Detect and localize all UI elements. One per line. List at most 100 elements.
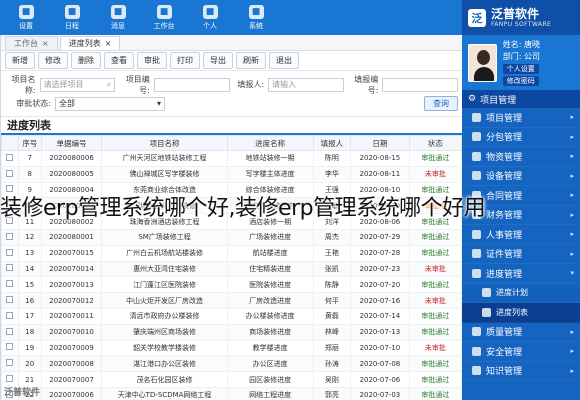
user-panel: 姓名: 唐晓 部门: 公司 个人设置 修改密码 xyxy=(462,35,580,90)
sidebar-item[interactable]: 进度管理 ▾ xyxy=(462,264,580,284)
row-checkbox[interactable] xyxy=(6,296,14,304)
table-header: 项目名称 xyxy=(101,135,228,151)
sidebar-item[interactable]: 项目管理 ▸ xyxy=(462,108,580,128)
filter-input[interactable]: 请选择项目 ⌕ xyxy=(39,77,116,92)
table-row[interactable]: 22 2020070006 天津中心TD-SCDMA网络工程 网络工程进度 郭亮 2020… xyxy=(1,387,462,400)
row-checkbox[interactable] xyxy=(6,169,14,177)
row-checkbox[interactable] xyxy=(6,153,14,161)
sidebar-item[interactable]: 质量管理 ▸ xyxy=(462,322,580,342)
sidebar-item[interactable]: 安全管理 ▸ xyxy=(462,342,580,362)
sidebar-item[interactable]: 知识管理 ▸ xyxy=(462,361,580,381)
table-row[interactable]: 8 2020080005 佛山禅城区写字楼装修 写字楼主体进度 李华 2020-08-11… xyxy=(1,166,462,183)
table-row[interactable]: 17 2020070011 清远市政府办公楼装修 办公楼装修进度 黄磊 2020-07-1… xyxy=(1,308,462,325)
topbar-button[interactable]: ■ 工作台 xyxy=(144,3,184,33)
chevron-icon: ▸ xyxy=(570,113,574,122)
sidebar-menu: 项目管理 ▸ 分包管理 ▸ 物资管理 ▸ 设备管理 ▸ 合同管理 ▸ 财务管理 ▸ 人事管理 ▸ 证件管理 ▸… xyxy=(462,108,580,381)
row-checkbox[interactable] xyxy=(6,375,14,383)
sidebar-item[interactable]: 物资管理 ▸ xyxy=(462,147,580,167)
table-header: 填报人 xyxy=(313,135,351,151)
row-checkbox-cell[interactable] xyxy=(1,308,19,325)
table-cell: 2020-07-03 xyxy=(350,387,410,400)
tab-label: 工作台 xyxy=(14,39,38,48)
row-checkbox-cell[interactable] xyxy=(1,276,19,293)
table-cell: 张凯 xyxy=(313,261,351,277)
table-cell: 2020070009 xyxy=(41,340,102,356)
sidebar-item[interactable]: 证件管理 ▸ xyxy=(462,244,580,264)
toolbar-button[interactable]: 查看 xyxy=(104,52,134,69)
topbar-button[interactable]: ■ 设置 xyxy=(6,3,46,33)
table-row[interactable]: 15 2020070013 江门蓬江区医院装修 医院装修进度 陈静 2020-07-20 审… xyxy=(1,276,462,293)
table-row[interactable]: 21 2020070007 茂名石化园区装修 园区装修进度 吴刚 2020-07-06 审批… xyxy=(1,371,462,388)
table-row[interactable]: 7 2020080006 广州天河区地铁站装修工程 地铁站装修一期 陈明 2020-08-… xyxy=(1,150,462,167)
search-icon[interactable]: ⌕ xyxy=(107,80,111,90)
tab-bar: 工作台 × 进度列表 × xyxy=(1,35,462,51)
user-settings-button[interactable]: 个人设置 xyxy=(502,63,539,74)
row-checkbox[interactable] xyxy=(6,232,14,240)
toolbar-button[interactable]: 退出 xyxy=(269,52,299,69)
row-checkbox-cell[interactable] xyxy=(1,229,19,246)
table-cell: 惠州大亚湾住宅装修 xyxy=(101,261,228,277)
topbar-button[interactable]: ■ 日程 xyxy=(52,3,92,33)
row-checkbox-cell[interactable] xyxy=(1,261,19,277)
table-cell: 2020070011 xyxy=(41,308,102,325)
row-checkbox[interactable] xyxy=(6,359,14,367)
row-checkbox[interactable] xyxy=(6,248,14,256)
sidebar-item[interactable]: 设备管理 ▸ xyxy=(462,166,580,186)
close-icon[interactable]: × xyxy=(42,39,49,48)
table-cell: 教学楼进度 xyxy=(227,340,314,356)
change-password-button[interactable]: 修改密码 xyxy=(502,75,539,86)
row-checkbox[interactable] xyxy=(6,311,14,319)
table-row[interactable]: 20 2020070008 湛江港口办公区装修 办公区进度 孙涛 2020-07-08 审批… xyxy=(1,355,462,372)
table-cell: 广州白云机场航站楼装修 xyxy=(101,245,228,262)
table-row[interactable]: 18 2020070010 肇庆端州区商场装修 商场装修进度 林峰 2020-07-13 审… xyxy=(1,324,462,341)
filter-input[interactable] xyxy=(382,77,458,92)
table-cell: 佛山禅城区写字楼装修 xyxy=(101,166,228,183)
table-row[interactable]: 14 2020070014 惠州大亚湾住宅装修 住宅精装进度 张凯 2020-07-23 未… xyxy=(1,261,462,277)
table-row[interactable]: 12 2020080001 SM广场装修工程 广场装修进度 周杰 2020-07-29 审批… xyxy=(1,229,462,246)
sidebar-item[interactable]: 进度列表 xyxy=(462,303,580,323)
row-checkbox-cell[interactable] xyxy=(1,150,19,167)
row-checkbox[interactable] xyxy=(6,343,14,351)
table-cell: 韶关学校教学楼装修 xyxy=(101,340,228,356)
row-checkbox-cell[interactable] xyxy=(1,166,19,183)
tab[interactable]: 进度列表 × xyxy=(59,36,121,50)
row-checkbox-cell[interactable] xyxy=(1,292,19,309)
filter-input[interactable] xyxy=(153,77,230,92)
search-button[interactable]: 查询 xyxy=(424,96,458,111)
topbar-button[interactable]: ■ 系统 xyxy=(236,3,276,33)
row-checkbox[interactable] xyxy=(6,280,14,288)
table-row[interactable]: 16 2020070012 中山火炬开发区厂房改造 厂房改造进度 何平 2020-07-1… xyxy=(1,292,462,309)
row-checkbox-cell[interactable] xyxy=(1,340,19,356)
table-header[interactable] xyxy=(1,135,19,151)
table-cell: 2020070010 xyxy=(41,324,102,341)
toolbar-button[interactable]: 删除 xyxy=(71,52,101,69)
toolbar-button[interactable]: 刷新 xyxy=(236,52,266,69)
close-icon[interactable]: × xyxy=(105,39,112,48)
row-checkbox-cell[interactable] xyxy=(1,245,19,262)
sidebar-item-label: 进度列表 xyxy=(496,307,528,317)
sidebar-item[interactable]: 进度计划 xyxy=(462,283,580,303)
table-cell: 2020-07-16 xyxy=(350,292,410,309)
row-checkbox[interactable] xyxy=(6,264,14,272)
sidebar-item[interactable]: 分包管理 ▸ xyxy=(462,127,580,147)
approval-status-select[interactable]: 全部 ▾ xyxy=(55,96,165,111)
filter-input[interactable]: 请输入 xyxy=(268,77,344,92)
tab[interactable]: 工作台 × xyxy=(5,36,58,50)
row-checkbox-cell[interactable] xyxy=(1,324,19,341)
table-row[interactable]: 19 2020070009 韶关学校教学楼装修 教学楼进度 郑丽 2020-07-10 未审… xyxy=(1,340,462,356)
row-checkbox[interactable] xyxy=(6,327,14,335)
sidebar-head[interactable]: ⚙ 项目管理 xyxy=(462,90,580,108)
toolbar-button[interactable]: 审批 xyxy=(137,52,167,69)
table-cell: 14 xyxy=(18,261,42,277)
filter-label: 项目编号: xyxy=(125,74,150,95)
user-name: 姓名: 唐晓 xyxy=(502,39,541,49)
toolbar-button[interactable]: 打印 xyxy=(170,52,200,69)
table-row[interactable]: 13 2020070015 广州白云机场航站楼装修 航站楼进度 王艳 2020-07-28… xyxy=(1,245,462,262)
topbar-button[interactable]: ■ 个人 xyxy=(190,3,230,33)
toolbar-button[interactable]: 修改 xyxy=(38,52,68,69)
menu-item-icon xyxy=(472,112,481,122)
toolbar-button[interactable]: 导出 xyxy=(203,52,233,69)
topbar-button[interactable]: ■ 消息 xyxy=(98,3,138,33)
row-checkbox-cell[interactable] xyxy=(1,355,19,372)
toolbar-button[interactable]: 新增 xyxy=(5,52,35,69)
